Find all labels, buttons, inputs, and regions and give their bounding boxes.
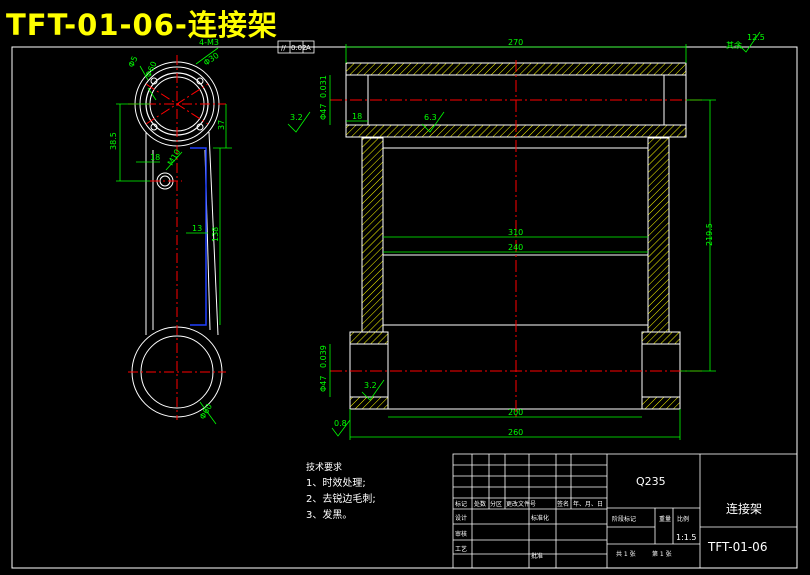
dim-38-5: 38.5 (109, 132, 118, 150)
svg-text:重量: 重量 (659, 515, 671, 523)
tolerance-frame-text: // 0.02 A (281, 44, 311, 52)
svg-text:阶段标记: 阶段标记 (612, 515, 636, 523)
svg-text:工艺: 工艺 (455, 545, 467, 553)
svg-text://: // (281, 44, 286, 52)
dim-219-5: 219.5 (705, 223, 714, 246)
svg-text:分区: 分区 (490, 500, 502, 508)
dim-phi47-top: Φ47 (319, 104, 328, 120)
front-view-dimensions (287, 31, 761, 440)
dim-310: 310 (508, 228, 523, 237)
svg-text:12.5: 12.5 (747, 33, 765, 42)
svg-text:处数: 处数 (474, 500, 486, 508)
dim-18: 18 (150, 153, 160, 162)
drawing-title: TFT-01-06-连接架 (6, 8, 278, 42)
dim-240: 240 (508, 243, 523, 252)
dim-270: 270 (508, 38, 523, 47)
dim-13: 13 (192, 224, 202, 233)
svg-text:年、月、日: 年、月、日 (573, 500, 603, 508)
svg-text:标准化: 标准化 (531, 514, 549, 522)
svg-text:标记: 标记 (455, 500, 467, 508)
dim-m10: M10 (166, 148, 182, 167)
rough-0-8: 0.8 (334, 419, 347, 428)
svg-text:更改文件号: 更改文件号 (506, 500, 536, 508)
rough-3-2-bottom: 3.2 (364, 381, 377, 390)
svg-text:A: A (306, 44, 311, 52)
material: Q235 (636, 475, 666, 488)
tech-req-item: 2、去锐边毛刺; (306, 494, 376, 505)
title-block-values: Q235 连接架 TFT-01-06 1:1.5 (636, 475, 767, 554)
dim-138: 138 (211, 227, 220, 242)
svg-text:第 1 张: 第 1 张 (652, 550, 672, 558)
left-view-hidden (190, 147, 207, 326)
dim-phi30: Φ30 (202, 51, 221, 68)
dim-phi5: Φ5 (127, 55, 140, 69)
svg-text:签名: 签名 (557, 500, 569, 508)
svg-text:比例: 比例 (677, 515, 689, 523)
cad-drawing-canvas: 4-M3 Φ60 Φ5 Φ30 38.5 37 18 M10 13 138 Φ6… (11, 31, 798, 569)
rough-3-2-top: 3.2 (290, 113, 303, 122)
svg-text:审核: 审核 (455, 530, 467, 538)
dim-tol-top: 0.031 (319, 75, 328, 98)
rough-6-3: 6.3 (424, 113, 437, 122)
dim-phi60-top: Φ60 (144, 60, 159, 79)
left-view-dim-text: 4-M3 Φ60 Φ5 Φ30 38.5 37 18 M10 13 138 Φ6… (109, 38, 226, 421)
tech-req-heading: 技术要求 (306, 463, 343, 473)
svg-text:共 1 张: 共 1 张 (616, 550, 636, 558)
svg-text:其余: 其余 (726, 40, 742, 50)
dim-260: 260 (508, 428, 523, 437)
scale: 1:1.5 (676, 533, 697, 542)
dim-37: 37 (217, 120, 226, 130)
svg-text:设计: 设计 (455, 514, 467, 522)
svg-text:0.02: 0.02 (291, 44, 307, 52)
tech-req-item: 3、发黑。 (306, 510, 353, 521)
dim-phi47-bottom: Φ47 (319, 376, 328, 392)
tech-req-item: 1、时效处理; (306, 478, 366, 489)
dim-18-front: 18 (352, 112, 362, 121)
dim-tol-bottom: 0.039 (319, 345, 328, 368)
svg-text:批准: 批准 (531, 552, 543, 560)
part-name: 连接架 (726, 501, 762, 516)
drawing-number: TFT-01-06 (707, 540, 767, 554)
dim-200: 200 (508, 408, 523, 417)
technical-requirements: 技术要求 1、时效处理; 2、去锐边毛刺; 3、发黑。 (306, 460, 376, 524)
